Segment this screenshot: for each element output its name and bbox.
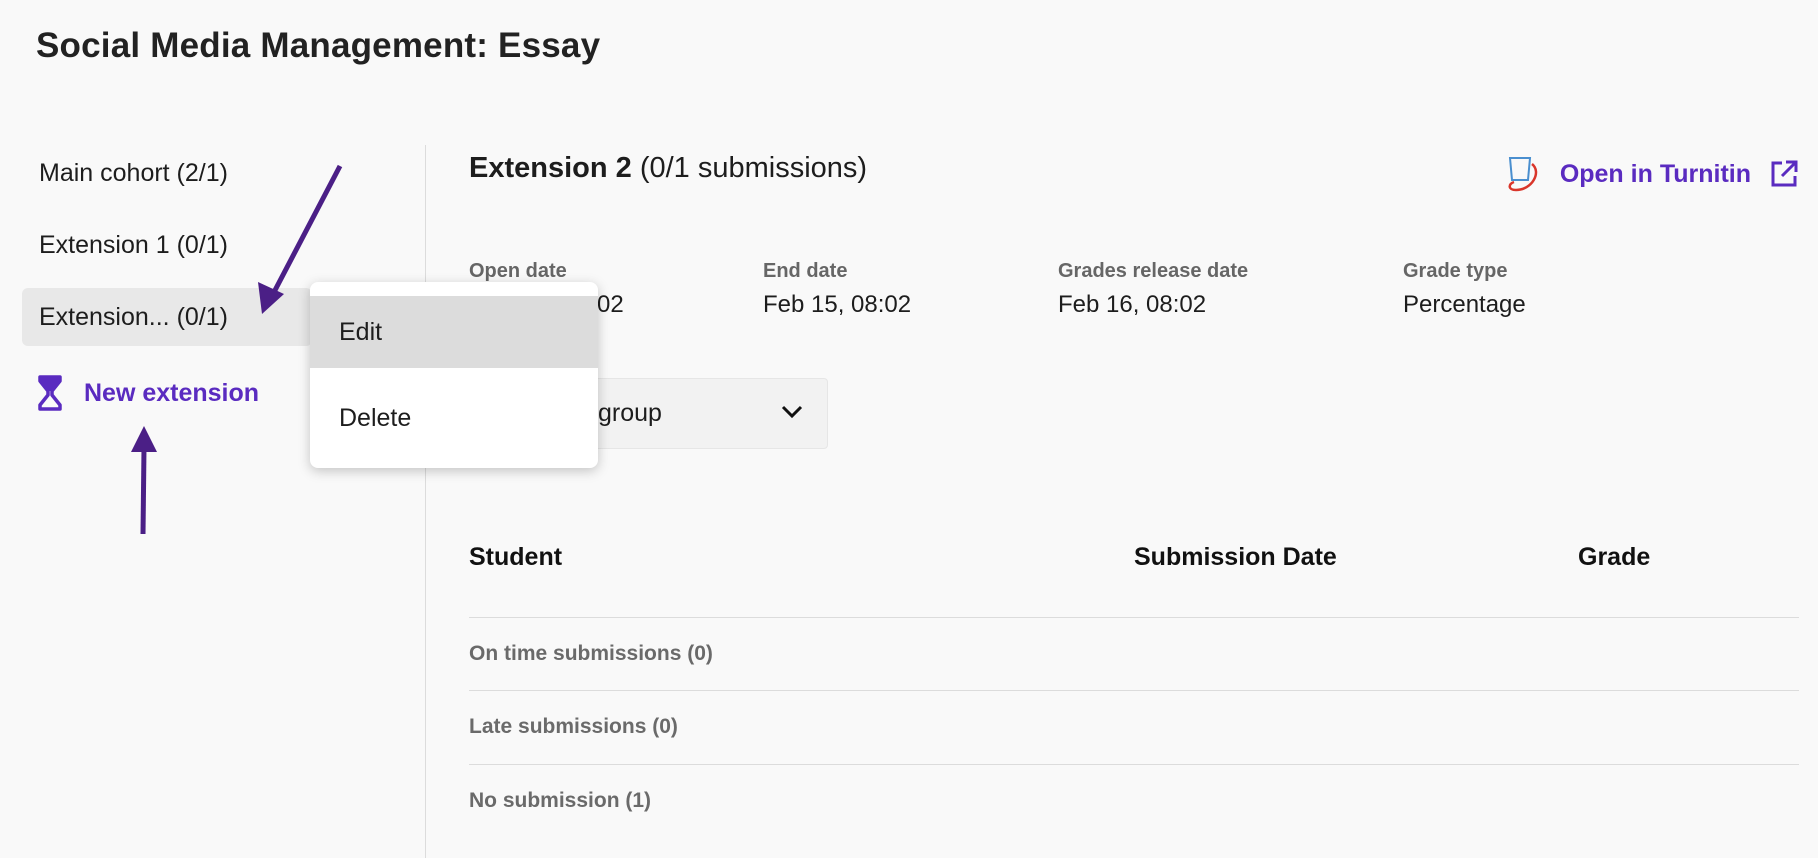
open-date-label: Open date: [469, 260, 567, 282]
end-date-value: Feb 15, 08:02: [763, 291, 912, 318]
grades-release-date-value: Feb 16, 08:02: [1058, 291, 1207, 318]
open-in-turnitin-link[interactable]: Open in Turnitin: [1502, 154, 1799, 194]
column-header-grade: Grade: [1578, 543, 1651, 571]
section-late[interactable]: Late submissions (0): [469, 690, 1799, 763]
group-select-label: group: [598, 399, 662, 427]
hourglass-icon: [38, 375, 62, 411]
extension-heading: Extension 2 (0/1 submissions): [469, 152, 867, 185]
column-header-student: Student: [469, 543, 563, 571]
end-date-field: End date Feb 15, 08:02: [763, 260, 911, 319]
extension-submission-count: (0/1 submissions): [639, 152, 868, 184]
menu-item-delete[interactable]: Delete: [310, 382, 598, 454]
sidebar-item-label: Extension... (0/1): [39, 302, 228, 331]
new-extension-button[interactable]: New extension: [38, 375, 259, 411]
grade-type-field: Grade type Percentage: [1403, 260, 1526, 319]
sidebar-item-main-cohort[interactable]: Main cohort (2/1): [22, 144, 312, 202]
chevron-down-icon: [781, 405, 803, 419]
section-no-submission[interactable]: No submission (1): [469, 764, 1799, 837]
turnitin-logo-icon: [1508, 157, 1538, 192]
column-header-submission-date: Submission Date: [1134, 543, 1337, 571]
sidebar-item-extension-1[interactable]: Extension 1 (0/1): [22, 216, 312, 274]
grade-type-label: Grade type: [1403, 260, 1508, 282]
menu-item-edit[interactable]: Edit: [310, 296, 598, 368]
main-panel: Extension 2 (0/1 submissions) Open in Tu…: [469, 0, 1799, 858]
new-extension-label: New extension: [84, 378, 260, 407]
arrow-to-new-extension-icon: [131, 426, 157, 535]
section-on-time[interactable]: On time submissions (0): [469, 617, 1799, 690]
end-date-label: End date: [763, 260, 848, 282]
grades-release-date-label: Grades release date: [1058, 260, 1249, 282]
section-label: No submission (1): [469, 789, 652, 812]
menu-item-label: Delete: [339, 403, 412, 432]
extension-context-menu: Edit Delete: [310, 282, 598, 468]
sidebar-item-label: Extension 1 (0/1): [39, 230, 228, 259]
menu-item-label: Edit: [339, 317, 383, 346]
grades-release-date-field: Grades release date Feb 16, 08:02: [1058, 260, 1248, 319]
sidebar-item-label: Main cohort (2/1): [39, 158, 228, 187]
sidebar-item-extension-2[interactable]: Extension... (0/1): [22, 288, 312, 346]
external-link-icon: [1771, 160, 1798, 187]
sidebar-divider: [425, 145, 426, 858]
section-label: On time submissions (0): [469, 642, 713, 665]
extension-name: Extension 2: [469, 152, 632, 184]
grade-type-value: Percentage: [1403, 291, 1526, 318]
section-label: Late submissions (0): [469, 715, 678, 738]
turnitin-label: Open in Turnitin: [1559, 159, 1751, 188]
